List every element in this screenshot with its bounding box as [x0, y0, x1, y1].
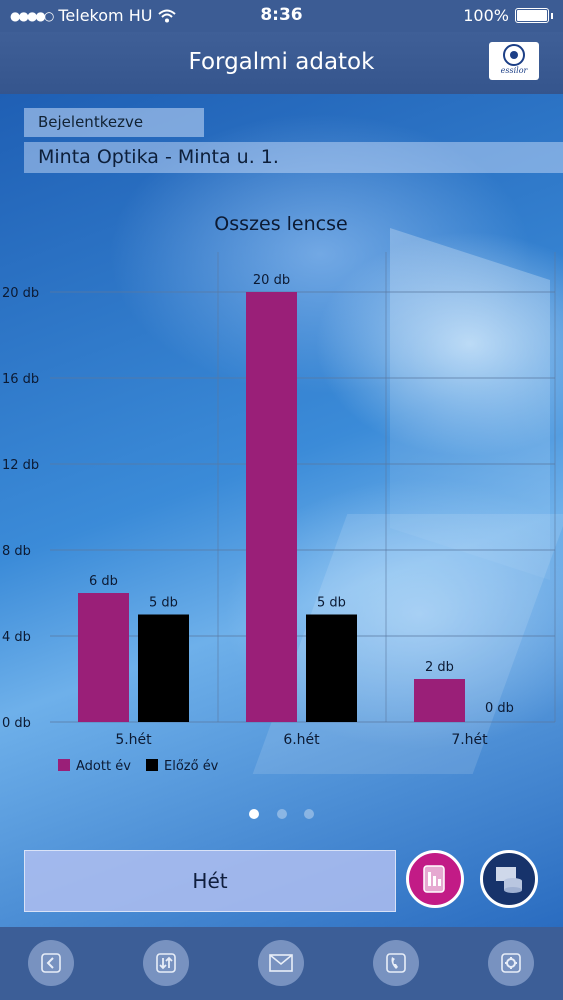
- phone-icon: [386, 953, 406, 973]
- tab-mail[interactable]: [258, 940, 304, 986]
- x-tick-label: 6.hét: [283, 732, 320, 748]
- bar: [78, 593, 129, 722]
- bar: [306, 614, 357, 722]
- legend-swatch: [146, 759, 158, 771]
- bar: [138, 614, 189, 722]
- x-tick-label: 5.hét: [115, 732, 152, 748]
- bar: [246, 292, 297, 722]
- y-tick-label: 16 db: [2, 372, 39, 387]
- login-status-label: Bejelentkezve: [24, 108, 204, 137]
- report-button[interactable]: [406, 850, 464, 908]
- period-button[interactable]: Hét: [24, 850, 396, 912]
- sort-icon: [156, 953, 176, 973]
- x-tick-label: 7.hét: [451, 732, 488, 748]
- status-right: 100%: [463, 6, 553, 25]
- battery-icon: [515, 8, 549, 23]
- tab-settings[interactable]: [488, 940, 534, 986]
- status-bar: ●●●●○ Telekom HU 8:36 100%: [0, 0, 563, 32]
- nav-bar: Forgalmi adatok essilor: [0, 32, 563, 94]
- eye-logo-icon: [503, 44, 525, 66]
- tab-phone[interactable]: [373, 940, 419, 986]
- bar-value-label: 20 db: [253, 273, 290, 288]
- gear-icon: [501, 953, 521, 973]
- brand-logo[interactable]: essilor: [489, 42, 539, 80]
- legend-label: Előző év: [164, 759, 219, 774]
- database-button[interactable]: [480, 850, 538, 908]
- page-title: Forgalmi adatok: [188, 49, 375, 75]
- tab-back[interactable]: [28, 940, 74, 986]
- legend-label: Adott év: [76, 759, 131, 774]
- page-dot[interactable]: [276, 809, 287, 819]
- bar-value-label: 0 db: [485, 701, 514, 716]
- bar-value-label: 2 db: [425, 660, 454, 675]
- y-tick-label: 0 db: [2, 716, 31, 731]
- tab-bar: [0, 927, 563, 1000]
- tab-sort[interactable]: [143, 940, 189, 986]
- content-area: Bejelentkezve Minta Optika - Minta u. 1.…: [0, 94, 563, 927]
- bar-value-label: 6 db: [89, 574, 118, 589]
- battery-tip: [551, 12, 553, 19]
- y-tick-label: 4 db: [2, 630, 31, 645]
- chart-title: Osszes lencse: [214, 213, 347, 235]
- store-name[interactable]: Minta Optika - Minta u. 1.: [24, 142, 563, 173]
- legend-swatch: [58, 759, 70, 771]
- y-tick-label: 12 db: [2, 458, 39, 473]
- back-icon: [41, 953, 61, 973]
- report-icon: [423, 865, 445, 893]
- bar-value-label: 5 db: [317, 596, 346, 611]
- mail-icon: [269, 954, 293, 972]
- page-dot[interactable]: [303, 809, 314, 819]
- bar-value-label: 5 db: [149, 596, 178, 611]
- page-indicator[interactable]: [0, 804, 563, 823]
- database-icon: [496, 867, 522, 893]
- bar-chart: Osszes lencse 0 db 4 db 8 db 12 db 16 db 20 db…: [2, 213, 556, 774]
- battery-percent: 100%: [463, 6, 509, 25]
- y-tick-label: 20 db: [2, 286, 39, 301]
- page-dot[interactable]: [249, 809, 260, 819]
- logo-text: essilor: [500, 66, 528, 75]
- y-tick-label: 8 db: [2, 544, 31, 559]
- bar: [414, 679, 465, 722]
